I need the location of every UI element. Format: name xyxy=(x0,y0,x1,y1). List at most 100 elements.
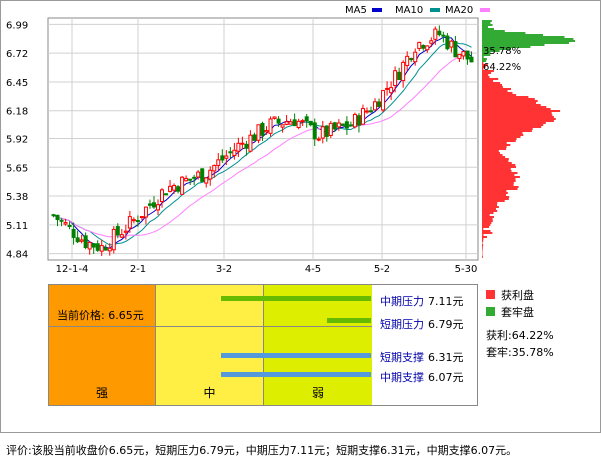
profit-percent-value: 获利:64.22% xyxy=(486,328,554,342)
chip-bar xyxy=(482,134,524,136)
chip-bar xyxy=(482,132,523,134)
y-tick-label: 6.72 xyxy=(6,49,28,60)
chip-bar xyxy=(482,74,489,76)
chip-bar xyxy=(482,196,510,198)
chip-bar xyxy=(482,186,519,188)
chip-bar xyxy=(482,234,484,236)
candle-body xyxy=(272,116,277,119)
candle-body xyxy=(461,50,466,57)
candle-body xyxy=(87,241,92,250)
chip-bar xyxy=(482,58,487,60)
candle-body xyxy=(200,168,205,182)
candle-body xyxy=(457,53,462,60)
candle-body xyxy=(356,115,361,126)
x-tick-label: 4-5 xyxy=(305,264,321,275)
candle-body xyxy=(300,120,305,123)
chip-bar xyxy=(482,204,497,206)
candle-body xyxy=(196,171,201,178)
candle-body xyxy=(405,55,410,66)
chip-bar xyxy=(482,160,509,162)
chip-bar xyxy=(482,144,511,146)
candle-body xyxy=(204,177,209,184)
candle-body xyxy=(176,186,181,192)
chip-bar xyxy=(482,88,511,90)
level-short-resistance: 短期压力 6.79元 xyxy=(380,316,464,332)
candle-body xyxy=(425,45,430,51)
candle-body xyxy=(421,44,426,49)
chip-bar xyxy=(482,36,565,38)
y-tick-label: 6.45 xyxy=(6,78,28,89)
x-tick-label: 5-30 xyxy=(455,264,478,275)
chip-bar xyxy=(482,124,544,126)
chip-bar xyxy=(482,110,561,112)
chip-bar xyxy=(482,242,483,244)
chip-bar xyxy=(482,250,483,252)
chip-bar xyxy=(482,184,514,186)
candle-body xyxy=(188,178,193,181)
candle-body xyxy=(224,155,229,159)
chip-bar xyxy=(482,200,505,202)
candle-body xyxy=(364,110,369,113)
chip-bar xyxy=(482,120,554,122)
profit-swatch xyxy=(486,290,495,299)
chip-bar xyxy=(482,92,513,94)
candle-body xyxy=(389,87,394,94)
chip-bar xyxy=(482,176,520,178)
chip-bar xyxy=(482,222,492,224)
x-tick-label: 5-2 xyxy=(374,264,390,275)
chip-bar xyxy=(482,238,484,240)
current-price-value: 6.65元 xyxy=(108,309,144,322)
candle-body xyxy=(123,230,128,233)
candle-body xyxy=(260,122,265,136)
chip-bar xyxy=(482,108,551,110)
candle-body xyxy=(192,176,197,179)
chip-bar xyxy=(482,182,514,184)
candle-body xyxy=(336,122,341,128)
candle-body xyxy=(63,222,68,225)
chip-bar xyxy=(482,218,493,220)
zone-strong: 当前价格: 6.65元 强 xyxy=(49,285,156,405)
chip-bar xyxy=(482,246,483,248)
candle-body xyxy=(252,134,257,141)
legend-swatch-ma10 xyxy=(430,8,440,12)
trapped-legend-label: 套牢盘 xyxy=(501,305,534,319)
chip-bar xyxy=(482,112,552,114)
candle-body xyxy=(344,121,349,129)
chip-bar xyxy=(482,164,516,166)
profit-legend-label: 获利盘 xyxy=(501,288,534,302)
candle-body xyxy=(276,118,281,124)
legend-label-ma10: MA10 xyxy=(395,5,423,16)
candle-body xyxy=(465,50,470,60)
chip-bar xyxy=(482,30,505,32)
candle-body xyxy=(264,130,269,133)
chip-bar xyxy=(482,172,518,174)
trapped-percent-text: 套牢:35.78% xyxy=(486,343,598,360)
chip-bar xyxy=(482,224,491,226)
chip-bar xyxy=(482,40,576,42)
candle-body xyxy=(409,58,414,61)
candle-body xyxy=(288,121,293,125)
candle-body xyxy=(172,184,177,191)
candle-body xyxy=(151,202,156,208)
candle-body xyxy=(445,35,450,50)
candle-body xyxy=(59,219,64,222)
candle-body xyxy=(236,142,241,152)
short-support-bar xyxy=(221,353,371,358)
chip-bar xyxy=(482,116,554,118)
legend-swatch-ma20 xyxy=(480,8,490,12)
chip-bar xyxy=(482,130,532,132)
candle-body xyxy=(296,120,301,129)
y-tick-label: 5.38 xyxy=(6,192,28,203)
candle-body xyxy=(212,164,217,172)
chip-bar xyxy=(482,126,542,128)
legend-swatch-ma5 xyxy=(372,8,382,12)
candle-body xyxy=(340,123,345,126)
candle-body xyxy=(228,151,233,154)
chip-bar xyxy=(482,146,507,148)
chip-bar xyxy=(482,84,502,86)
candle-body xyxy=(99,244,104,252)
candle-body xyxy=(397,71,402,81)
level-name: 中期压力 xyxy=(380,295,424,308)
level-value: 6.79元 xyxy=(428,318,464,331)
candle-body xyxy=(381,90,386,111)
